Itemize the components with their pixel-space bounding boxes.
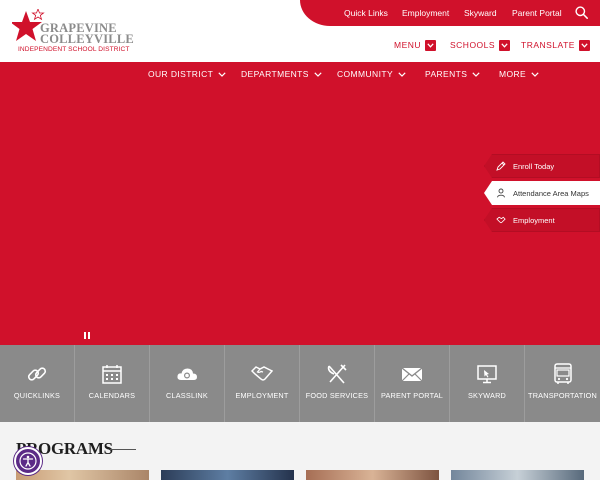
chevron-down-icon: [578, 39, 590, 51]
chevron-down-icon: [218, 71, 226, 77]
nav-label: MORE: [499, 69, 527, 79]
calendar-icon: [102, 365, 122, 384]
schools-label: SCHOOLS: [450, 40, 496, 50]
hero-link-label: Employment: [513, 215, 555, 225]
chevron-down-icon: [314, 71, 322, 77]
top-link-skyward[interactable]: Skyward: [464, 8, 497, 18]
chevron-down-icon: [499, 39, 511, 51]
pause-icon[interactable]: [84, 332, 90, 339]
district-logo[interactable]: GRAPEVINE COLLEYVILLE INDEPENDENT SCHOOL…: [12, 9, 134, 55]
hero-banner: Enroll Today Attendance Area Maps Employ…: [0, 86, 600, 345]
link-icon: [27, 367, 47, 381]
hero-link-enroll-today[interactable]: Enroll Today: [484, 154, 600, 178]
menu-label: MENU: [394, 40, 422, 50]
map-person-icon: [496, 188, 506, 198]
translate-toggle[interactable]: TRANSLATE: [521, 38, 590, 52]
main-navigation: OUR DISTRICT DEPARTMENTS COMMUNITY PAREN…: [0, 62, 600, 86]
chevron-down-icon: [425, 39, 437, 51]
tile-parent-portal[interactable]: PARENT PORTAL: [375, 345, 450, 422]
tile-food-services[interactable]: FOOD SERVICES: [300, 345, 375, 422]
tile-employment[interactable]: EMPLOYMENT: [225, 345, 300, 422]
monitor-icon: [477, 365, 497, 384]
nav-parents[interactable]: PARENTS: [425, 69, 480, 79]
handshake-icon: [251, 366, 273, 381]
hero-link-attendance-area-maps[interactable]: Attendance Area Maps: [484, 181, 600, 205]
pencil-icon: [496, 161, 506, 171]
chevron-down-icon: [472, 71, 480, 77]
tile-label: EMPLOYMENT: [235, 391, 289, 400]
tile-calendars[interactable]: CALENDARS: [75, 345, 150, 422]
tile-label: CALENDARS: [88, 391, 136, 400]
tile-transportation[interactable]: TRANSPORTATION: [525, 345, 600, 422]
nav-label: OUR DISTRICT: [148, 69, 214, 79]
tile-label: PARENT PORTAL: [380, 391, 444, 400]
tile-quicklinks[interactable]: QUICKLINKS: [0, 345, 75, 422]
tile-skyward[interactable]: SKYWARD: [450, 345, 525, 422]
nav-label: DEPARTMENTS: [241, 69, 309, 79]
search-icon[interactable]: [575, 6, 588, 19]
tile-classlink[interactable]: CLASSLINK: [150, 345, 225, 422]
schools-toggle[interactable]: SCHOOLS: [450, 38, 511, 52]
accessibility-icon[interactable]: [14, 447, 42, 475]
accessibility-person-icon: [19, 452, 37, 470]
programs-section: PROGRAMS: [0, 422, 600, 480]
handshake-icon: [496, 215, 506, 225]
hero-link-label: Enroll Today: [513, 161, 555, 171]
top-link-quick-links[interactable]: Quick Links: [344, 8, 388, 18]
nav-label: COMMUNITY: [337, 69, 394, 79]
quick-access-tiles: QUICKLINKS CALENDARS CLASSLINK EMPLOYMEN…: [0, 345, 600, 422]
tile-label: QUICKLINKS: [13, 391, 61, 400]
site-header: GRAPEVINE COLLEYVILLE INDEPENDENT SCHOOL…: [0, 0, 600, 62]
program-card-image[interactable]: [451, 470, 584, 480]
hero-link-label: Attendance Area Maps: [513, 188, 589, 198]
nav-more[interactable]: MORE: [499, 69, 539, 79]
nav-community[interactable]: COMMUNITY: [337, 69, 406, 79]
tile-label: CLASSLINK: [166, 391, 208, 400]
translate-label: TRANSLATE: [521, 40, 575, 50]
bus-icon: [553, 363, 572, 384]
logo-line-isd: INDEPENDENT SCHOOL DISTRICT: [18, 46, 130, 53]
tile-label: TRANSPORTATION: [528, 391, 597, 400]
hero-link-employment[interactable]: Employment: [484, 208, 600, 232]
heading-rule: [110, 449, 136, 450]
chevron-down-icon: [531, 71, 539, 77]
top-link-parent-portal[interactable]: Parent Portal: [512, 8, 562, 18]
nav-our-district[interactable]: OUR DISTRICT: [148, 69, 226, 79]
chevron-down-icon: [398, 71, 406, 77]
logo-line-colleyville: COLLEYVILLE: [40, 32, 134, 46]
nav-departments[interactable]: DEPARTMENTS: [241, 69, 322, 79]
cloud-icon: [177, 368, 197, 380]
top-link-employment[interactable]: Employment: [402, 8, 449, 18]
utensils-icon: [327, 364, 347, 384]
program-card-image[interactable]: [161, 470, 294, 480]
nav-label: PARENTS: [425, 69, 468, 79]
tile-label: SKYWARD: [467, 391, 507, 400]
envelope-icon: [401, 367, 423, 382]
program-card-image[interactable]: [306, 470, 439, 480]
tile-label: FOOD SERVICES: [305, 391, 369, 400]
menu-toggle[interactable]: MENU: [394, 38, 437, 52]
